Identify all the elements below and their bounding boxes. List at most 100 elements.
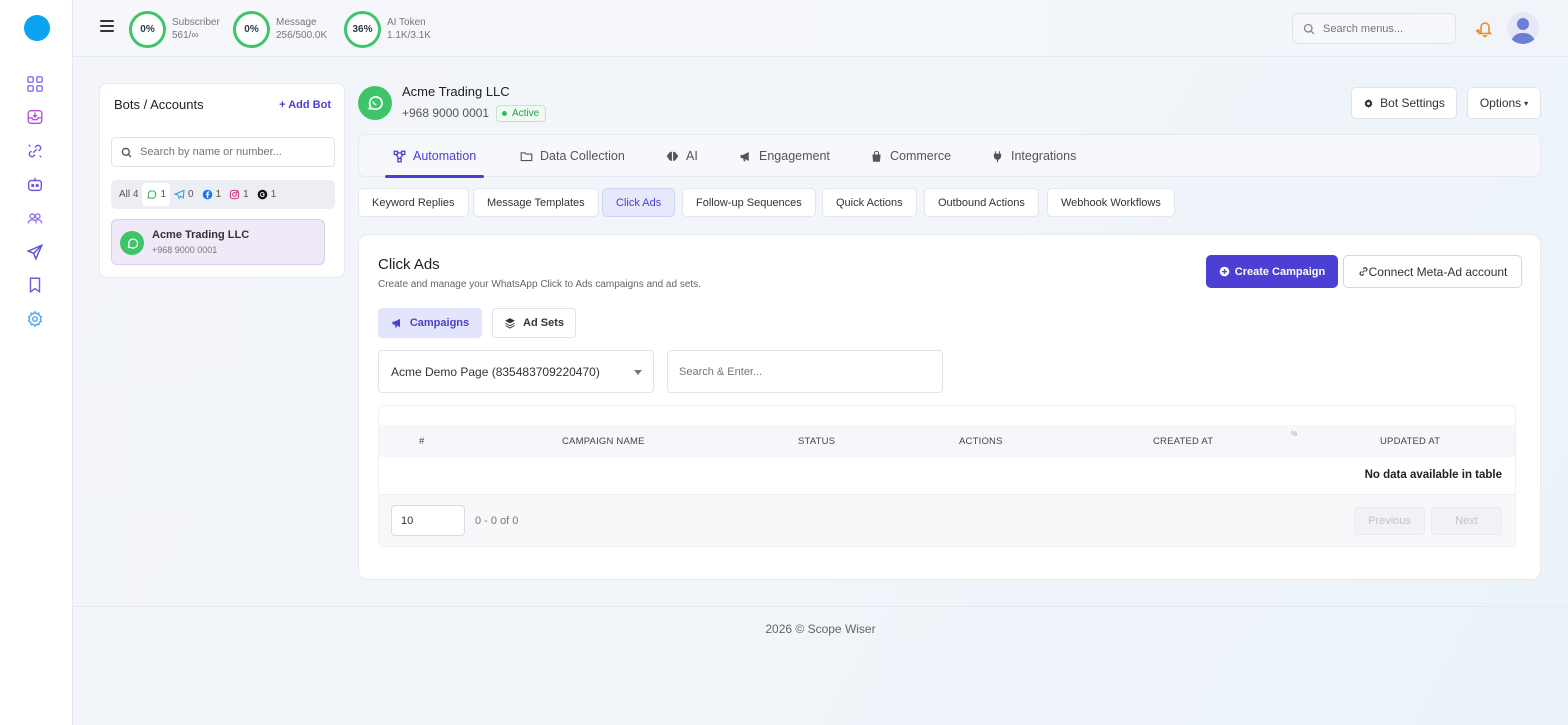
filter-threads[interactable]: 1	[253, 183, 281, 206]
menu-search[interactable]	[1292, 13, 1456, 44]
column-header-campaign-name[interactable]: CAMPAIGN NAME	[562, 436, 645, 447]
bot-icon[interactable]	[25, 175, 45, 195]
dashboard-icon[interactable]	[25, 74, 45, 94]
bot-settings-button[interactable]: Bot Settings	[1351, 87, 1457, 119]
bots-search[interactable]	[111, 137, 335, 167]
column-header-updated-at[interactable]: UPDATED AT	[1380, 436, 1440, 447]
settings-icon[interactable]	[25, 309, 45, 329]
bot-list-item[interactable]: Acme Trading LLC +968 9000 0001	[111, 219, 325, 265]
page-select[interactable]: Acme Demo Page (835483709220470)	[378, 350, 654, 393]
campaign-search[interactable]	[667, 350, 943, 393]
column-header-status[interactable]: STATUS	[798, 436, 835, 447]
tab-ai-label: AI	[686, 149, 698, 163]
segment-campaigns[interactable]: Campaigns	[378, 308, 482, 338]
users-icon[interactable]	[25, 208, 45, 228]
tab-automation[interactable]: Automation	[384, 135, 485, 178]
message-stat: 0% Message 256/500.0K	[233, 10, 327, 48]
column-header-index[interactable]: #	[419, 436, 424, 447]
main-tabs: Automation Data Collection AI Engagement…	[358, 134, 1541, 178]
layers-icon	[505, 318, 515, 329]
filter-whatsapp-count: 1	[160, 189, 167, 200]
table-footer: 0 - 0 of 0 Previous Next	[379, 494, 1515, 546]
inbox-icon[interactable]	[25, 107, 45, 127]
page-size-input[interactable]	[391, 505, 465, 536]
notification-bell-icon[interactable]	[1475, 18, 1495, 38]
bots-panel-title: Bots / Accounts	[114, 97, 204, 112]
app-logo[interactable]	[24, 15, 50, 41]
bots-panel: Bots / Accounts + Add Bot All 4 1 0 1 1 …	[99, 83, 345, 278]
whatsapp-icon	[120, 231, 144, 255]
caret-down-icon: ▾	[1524, 98, 1529, 108]
caret-down-icon	[634, 370, 642, 375]
subtab-message-templates[interactable]: Message Templates	[473, 188, 599, 217]
tab-commerce[interactable]: Commerce	[870, 135, 951, 177]
tab-engagement[interactable]: Engagement	[739, 135, 830, 177]
tab-integrations-label: Integrations	[1011, 149, 1077, 163]
account-name: Acme Trading LLC	[402, 84, 510, 99]
subtab-outbound-actions[interactable]: Outbound Actions	[924, 188, 1039, 217]
filter-threads-count: 1	[270, 189, 277, 200]
subtab-click-ads[interactable]: Click Ads	[602, 188, 676, 217]
column-header-actions[interactable]: ACTIONS	[959, 436, 1003, 447]
page-title: Click Ads	[378, 256, 440, 273]
user-avatar[interactable]	[1507, 12, 1539, 44]
link-icon[interactable]	[25, 141, 45, 161]
message-value: 256/500.0K	[276, 30, 328, 41]
create-campaign-label: Create Campaign	[1234, 265, 1326, 278]
menu-search-input[interactable]	[1323, 22, 1443, 35]
connect-meta-ad-button[interactable]: Connect Meta-Ad account	[1343, 255, 1522, 288]
bookmark-icon[interactable]	[25, 275, 45, 295]
bot-name: Acme Trading LLC	[152, 229, 250, 241]
subtab-keyword-replies[interactable]: Keyword Replies	[358, 188, 469, 217]
campaign-search-input[interactable]	[679, 365, 929, 378]
megaphone-icon	[740, 151, 749, 161]
footer-copyright: 2026 © Scope Wiser	[765, 622, 876, 636]
campaigns-table: # CAMPAIGN NAME STATUS ACTIONS CREATED A…	[378, 405, 1516, 547]
subscriber-label: Subscriber	[172, 17, 220, 28]
status-badge: Active	[496, 105, 547, 122]
next-page-button[interactable]: Next	[1431, 507, 1502, 535]
filter-all-label: All	[119, 189, 131, 200]
filter-all[interactable]: All 4	[115, 183, 142, 206]
tab-data-collection-label: Data Collection	[540, 149, 625, 163]
previous-page-button[interactable]: Previous	[1354, 507, 1425, 535]
sidebar-rail	[0, 0, 73, 725]
bots-search-input[interactable]	[140, 146, 330, 158]
ai-token-progress-ring: 36%	[344, 10, 381, 48]
subtab-follow-up-sequences[interactable]: Follow-up Sequences	[682, 188, 816, 217]
tab-data-collection[interactable]: Data Collection	[520, 135, 625, 177]
filter-telegram[interactable]: 0	[170, 183, 198, 206]
whatsapp-icon	[358, 86, 392, 120]
subtab-webhook-workflows[interactable]: Webhook Workflows	[1047, 188, 1175, 217]
options-dropdown[interactable]: Options ▾	[1467, 87, 1541, 119]
filter-instagram[interactable]: 1	[225, 183, 253, 206]
ai-token-value: 1.1K/3.1K	[387, 30, 431, 41]
table-header: # CAMPAIGN NAME STATUS ACTIONS CREATED A…	[379, 425, 1515, 457]
tab-ai[interactable]: AI	[666, 135, 698, 177]
megaphone-icon	[392, 318, 400, 328]
gear-icon	[1364, 98, 1373, 108]
pagination-range: 0 - 0 of 0	[475, 515, 519, 527]
filter-facebook-count: 1	[215, 189, 222, 200]
brain-icon	[667, 151, 678, 161]
filter-whatsapp[interactable]: 1	[142, 183, 171, 206]
column-header-created-at[interactable]: CREATED AT	[1153, 436, 1213, 447]
bot-settings-label: Bot Settings	[1380, 96, 1445, 110]
search-icon	[121, 147, 132, 157]
subscriber-stat: 0% Subscriber 561/∞	[129, 10, 220, 48]
create-campaign-button[interactable]: Create Campaign	[1206, 255, 1338, 288]
segment-ad-sets[interactable]: Ad Sets	[492, 308, 576, 338]
instagram-icon	[230, 189, 240, 200]
plus-circle-icon	[1219, 266, 1230, 277]
folder-icon	[520, 151, 533, 161]
menu-toggle-icon[interactable]	[100, 20, 114, 34]
tab-commerce-label: Commerce	[890, 149, 952, 163]
status-badge-label: Active	[512, 108, 540, 119]
top-bar: 0% Subscriber 561/∞ 0% Message 256/500.0…	[73, 0, 1568, 57]
filter-facebook[interactable]: 1	[198, 183, 226, 206]
tab-integrations[interactable]: Integrations	[991, 135, 1076, 177]
add-bot-button[interactable]: + Add Bot	[279, 99, 331, 111]
subtab-quick-actions[interactable]: Quick Actions	[822, 188, 917, 217]
send-icon[interactable]	[25, 242, 45, 262]
subscriber-value: 561/∞	[172, 30, 199, 41]
